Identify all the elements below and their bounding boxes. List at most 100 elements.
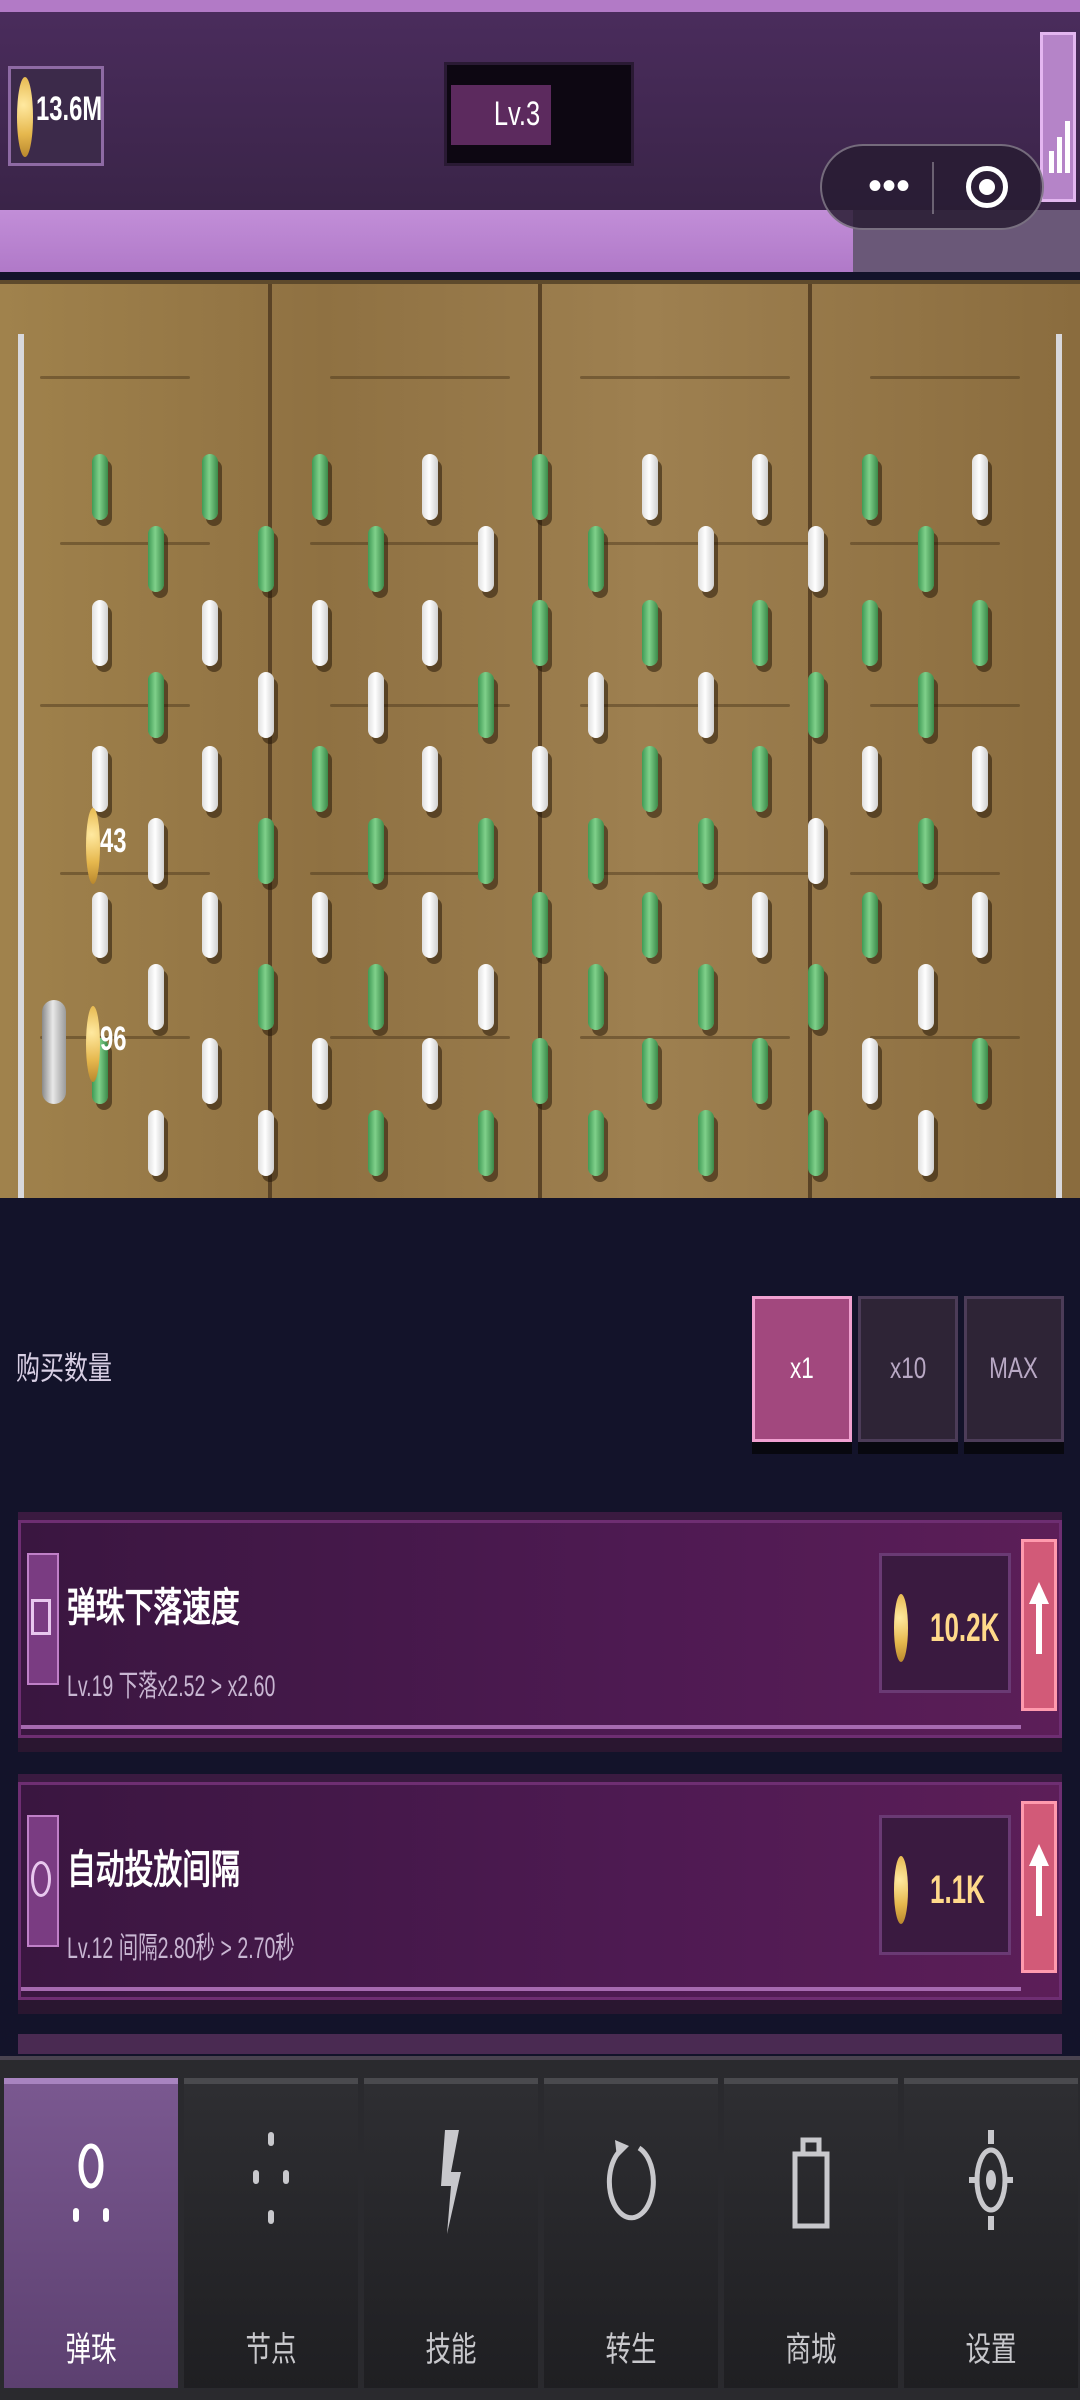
peg [422,454,438,520]
upgrade-button[interactable] [1021,1539,1057,1711]
peg [862,454,878,520]
peg [148,526,164,592]
wood-grain [330,376,510,379]
arrow-up-icon [1029,1582,1049,1604]
capsule-divider [932,162,934,214]
wood-grain [40,376,190,379]
card-bottom-edge [18,1738,1062,1752]
peg [258,818,274,884]
nav-label: 技能 [425,2331,477,2369]
quantity-x1-button[interactable]: x1 [752,1296,852,1442]
shop-icon [792,2137,830,2229]
peg [808,818,824,884]
peg [972,454,988,520]
coin-drop-value: 96 [100,1020,127,1058]
quantity-x10-label: x10 [889,1352,927,1385]
peg [202,892,218,958]
coin-amount: 13.6M [36,90,103,128]
peg [698,526,714,592]
peg [972,600,988,666]
peg [698,672,714,738]
left-rail [18,334,24,1198]
nav-label: 商城 [785,2331,837,2369]
wood-grain [60,872,210,875]
peg [752,892,768,958]
peg [642,746,658,812]
peg [918,1110,934,1176]
peg [972,1038,988,1104]
peg [642,600,658,666]
peg [918,964,934,1030]
upgrade-price-value: 1.1K [930,1868,985,1912]
quantity-max-button[interactable]: MAX [964,1296,1064,1442]
peg [368,672,384,738]
peg [918,818,934,884]
node-icon [253,2132,289,2224]
wood-grain [310,542,490,545]
nav-node[interactable]: 节点 [184,2078,358,2388]
nav-label: 转生 [605,2331,657,2369]
upgrade-card-auto-drop: 自动投放间隔 Lv.12 间隔2.80秒 > 2.70秒 1.1K [18,1782,1062,2000]
wood-grain [870,704,1020,707]
nav-shop[interactable]: 商城 [724,2078,898,2388]
coin-drop-icon [86,808,100,884]
upgrade-button[interactable] [1021,1801,1057,1973]
peg [478,672,494,738]
peg [202,454,218,520]
peg [752,1038,768,1104]
peg [972,746,988,812]
upgrade-price: 1.1K [879,1815,1011,1955]
wood-grain [870,376,1020,379]
peg [148,964,164,1030]
peg [752,454,768,520]
rebirth-icon [606,2140,656,2221]
peg [258,672,274,738]
nav-settings[interactable]: 设置 [904,2078,1078,2388]
coin-icon [894,1594,908,1662]
peg [258,526,274,592]
button-shadow [964,1442,1064,1454]
nav-skill[interactable]: 技能 [364,2078,538,2388]
peg [808,964,824,1030]
peg [918,526,934,592]
nav-label: 设置 [965,2331,1017,2369]
bottom-navigation: 弹珠 节点 技能 转生 商城 设置 [0,2056,1080,2400]
arrow-up-icon [1029,1844,1049,1866]
peg [862,1038,878,1104]
level-indicator: Lv.3 [444,62,634,166]
quantity-x10-button[interactable]: x10 [858,1296,958,1442]
peg [92,892,108,958]
close-miniprogram-icon[interactable] [966,166,1008,208]
peg [752,746,768,812]
peg [808,1110,824,1176]
peg [698,964,714,1030]
gear-icon [969,2130,1013,2230]
pachinko-board[interactable]: 43 96 [0,280,1080,1198]
upgrade-card-drop-speed: 弹珠下落速度 Lv.19 下落x2.52 > x2.60 10.2K [18,1520,1062,1738]
peg [368,1110,384,1176]
peg [422,600,438,666]
peg [532,600,548,666]
button-shadow [752,1442,852,1454]
wood-grain [870,1036,1020,1039]
upgrade-description: Lv.12 间隔2.80秒 > 2.70秒 [67,1932,295,1965]
leaderboard-button[interactable] [1040,32,1076,202]
peg [92,746,108,812]
peg [368,526,384,592]
peg [92,454,108,520]
nav-marble[interactable]: 弹珠 [4,2078,178,2388]
peg [478,818,494,884]
upgrade-price: 10.2K [879,1553,1011,1693]
wood-grain [310,872,490,875]
peg [862,600,878,666]
peg [478,964,494,1030]
marble [42,1000,66,1104]
wood-grain [60,542,210,545]
peg [148,672,164,738]
nav-rebirth[interactable]: 转生 [544,2078,718,2388]
peg [532,454,548,520]
peg [368,818,384,884]
more-options-icon[interactable]: ••• [846,166,932,208]
peg [368,964,384,1030]
peg [312,746,328,812]
